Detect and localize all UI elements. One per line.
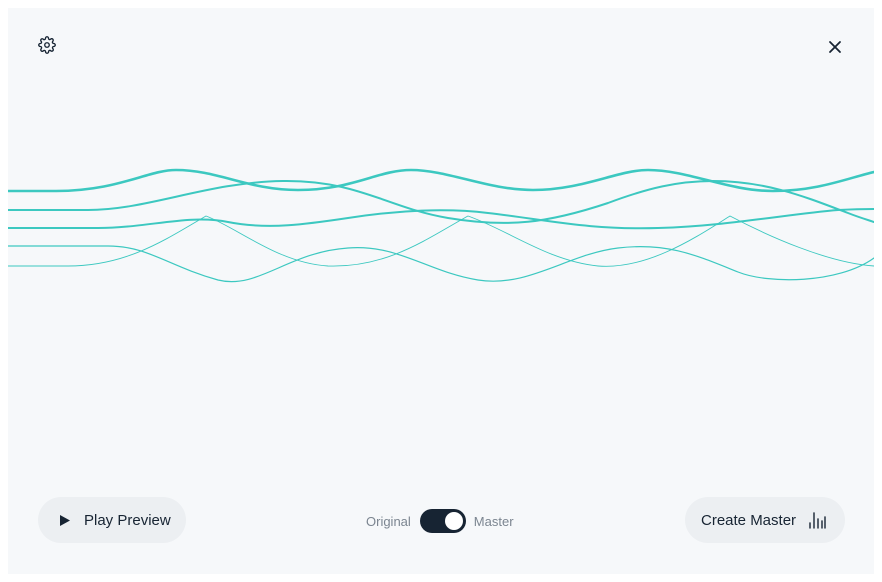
wave-line-3	[8, 208, 874, 230]
create-master-label: Create Master	[701, 511, 797, 529]
equalizer-bars-icon	[808, 511, 826, 529]
close-icon	[828, 40, 842, 59]
toggle-label-original[interactable]: Original	[366, 514, 411, 529]
waveform-visualizer	[8, 148, 874, 308]
settings-button[interactable]	[33, 33, 61, 61]
wave-line-5	[8, 215, 874, 267]
wave-line-4	[8, 245, 874, 283]
play-preview-button[interactable]: Play Preview	[38, 497, 186, 543]
play-icon	[60, 514, 70, 526]
gear-icon	[38, 35, 56, 59]
create-master-button[interactable]: Create Master	[685, 497, 845, 543]
original-master-toggle-group: Original Master	[366, 508, 514, 534]
wave-line-1	[8, 168, 874, 193]
switch-knob	[444, 512, 463, 530]
close-button[interactable]	[821, 35, 849, 63]
toggle-label-master[interactable]: Master	[474, 514, 514, 529]
mastering-panel: Play Preview Original Master Create Mast…	[8, 8, 874, 574]
original-master-switch[interactable]	[419, 509, 466, 533]
play-preview-label: Play Preview	[84, 511, 171, 529]
